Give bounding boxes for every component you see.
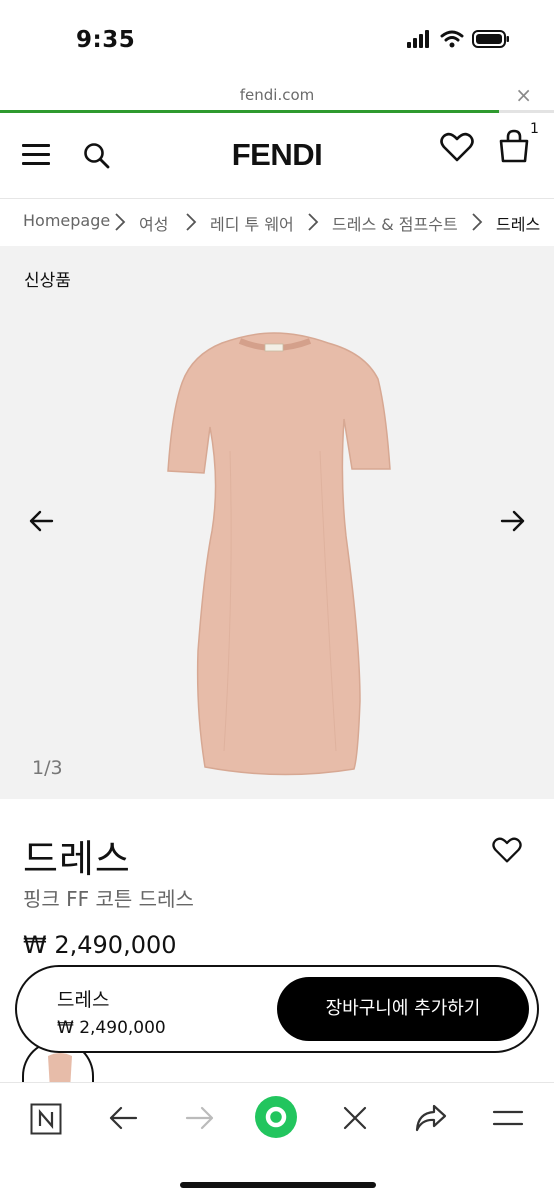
breadcrumb-dresses: 드레스: [496, 215, 541, 234]
breadcrumb-women[interactable]: 여성: [139, 211, 168, 235]
status-icons: [406, 30, 510, 48]
sticky-product-name: 드레스: [57, 989, 110, 1011]
close-tab-icon[interactable]: [342, 1105, 368, 1131]
url-text[interactable]: fendi.com: [0, 86, 554, 104]
product-title: 드레스: [23, 837, 131, 881]
bag-count-badge: 1: [530, 121, 539, 137]
status-bar: 9:35: [0, 0, 554, 80]
chevron-right-icon: [472, 213, 483, 231]
product-gallery[interactable]: 신상품 1/3: [0, 246, 554, 799]
breadcrumb: Homepage 여성 레디 투 웨어 드레스 & 점프수트 드레스: [0, 200, 554, 244]
naver-green-home-icon[interactable]: [255, 1096, 297, 1138]
chevron-right-icon: [308, 213, 319, 231]
chevron-right-icon: [115, 213, 126, 231]
arrow-left-icon[interactable]: [28, 509, 54, 533]
close-icon[interactable]: ×: [515, 83, 532, 107]
back-arrow-icon[interactable]: [108, 1105, 138, 1131]
wishlist-heart-icon[interactable]: [440, 131, 474, 163]
chevron-right-icon: [186, 213, 197, 231]
forward-arrow-icon[interactable]: [185, 1105, 215, 1131]
sticky-product-price: ₩ 2,490,000: [57, 1018, 166, 1038]
shopping-bag-icon[interactable]: [498, 129, 530, 163]
sticky-add-to-cart-bar: 드레스 ₩ 2,490,000 장바구니에 추가하기: [15, 965, 539, 1053]
menu-icon[interactable]: [492, 1108, 524, 1128]
image-counter: 1/3: [32, 757, 63, 779]
signal-icon: [407, 30, 429, 48]
wishlist-heart-icon[interactable]: [492, 836, 522, 864]
breadcrumb-ready-to-wear[interactable]: 레디 투 웨어: [210, 211, 294, 235]
arrow-right-icon[interactable]: [500, 509, 526, 533]
add-to-cart-button[interactable]: 장바구니에 추가하기: [277, 977, 529, 1041]
battery-icon: [472, 30, 509, 48]
naver-icon[interactable]: [30, 1103, 62, 1135]
home-indicator: [180, 1182, 376, 1188]
browser-toolbar: [0, 1082, 554, 1200]
site-header: FENDI 1: [0, 113, 554, 199]
new-arrival-tag: 신상품: [24, 271, 71, 291]
product-price: ₩ 2,490,000: [23, 931, 177, 959]
product-subtitle: 핑크 FF 코튼 드레스: [23, 887, 194, 911]
share-icon[interactable]: [414, 1103, 448, 1133]
product-image-dress: [167, 332, 391, 776]
browser-url-bar: fendi.com ×: [0, 80, 554, 113]
breadcrumb-dresses-jumpsuits[interactable]: 드레스 & 점프수트: [332, 211, 458, 235]
breadcrumb-homepage[interactable]: Homepage: [23, 211, 110, 230]
wifi-icon: [440, 30, 464, 48]
status-time: 9:35: [76, 27, 136, 53]
